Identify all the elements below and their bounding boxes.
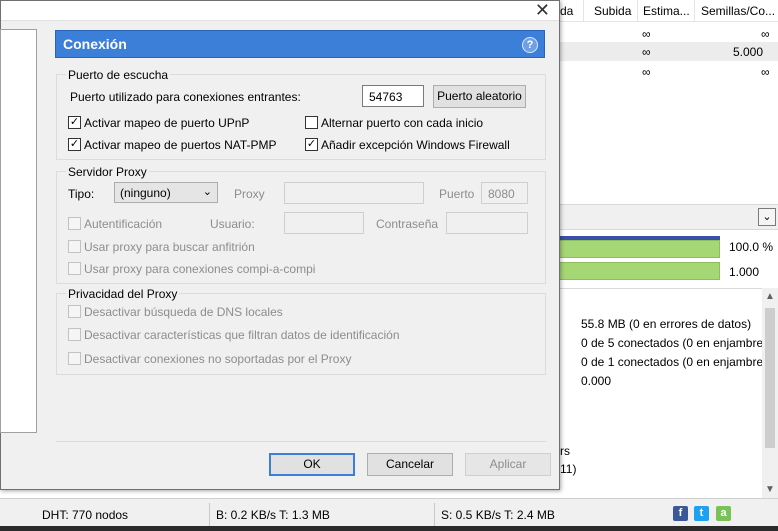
user-label: Usuario:	[210, 217, 255, 231]
incoming-port-label: Puerto utilizado para conexiones entrant…	[70, 90, 301, 104]
category-title: Conexión	[63, 36, 127, 52]
column-header-downloaded[interactable]: da	[560, 4, 573, 18]
column-separator	[694, 0, 695, 22]
details-scrollbar[interactable]: ▲ ▼	[762, 288, 778, 498]
scroll-down-icon[interactable]: ▼	[765, 484, 775, 495]
chevron-down-icon: ⌄	[202, 186, 212, 198]
natpmp-checkbox[interactable]: ✓	[68, 138, 81, 151]
preferences-category-tree[interactable]	[0, 29, 37, 433]
alternate-port-label[interactable]: Alternar puerto con cada inicio	[321, 116, 483, 130]
upnp-label[interactable]: Activar mapeo de puerto UPnP	[84, 116, 249, 130]
proxy-type-select[interactable]: (ninguno) ⌄	[114, 182, 218, 203]
eta-cell: ∞	[642, 45, 651, 59]
proxy-hostname-label[interactable]: Usar proxy para buscar anfitrión	[84, 240, 255, 254]
user-input[interactable]	[284, 212, 364, 234]
disable-features-checkbox[interactable]	[68, 328, 81, 341]
proxy-p2p-checkbox[interactable]	[68, 262, 81, 275]
firewall-label[interactable]: Añadir excepción Windows Firewall	[321, 138, 510, 152]
proxy-host-input[interactable]	[284, 182, 424, 204]
column-header-eta[interactable]: Estima...	[643, 4, 690, 18]
dialog-divider	[56, 441, 546, 442]
scrollbar-thumb[interactable]	[765, 308, 775, 448]
collapse-panel-button[interactable]: ⌄	[758, 208, 776, 226]
downloaded-percent: 100.0 %	[729, 240, 774, 254]
proxy-privacy-group-title: Privacidad del Proxy	[66, 287, 180, 301]
alternate-port-checkbox[interactable]	[305, 116, 318, 129]
apply-button[interactable]: Aplicar	[465, 453, 551, 476]
proxy-hostname-checkbox[interactable]	[68, 240, 81, 253]
seeds-cell: 5.000	[733, 45, 764, 59]
upload-status[interactable]: S: 0.5 KB/s T: 2.4 MB	[441, 508, 555, 522]
disable-unsupported-label[interactable]: Desactivar conexiones no soportadas por …	[84, 352, 351, 366]
proxy-port-label: Puerto	[439, 187, 475, 201]
twitter-icon[interactable]: t	[694, 506, 709, 521]
general-info-panel: 55.8 MB (0 en errores de datos) 0 de 5 c…	[558, 288, 767, 498]
column-header-upload[interactable]: Subida	[594, 4, 631, 18]
android-icon[interactable]: a	[716, 506, 731, 521]
category-header: Conexión ?	[55, 30, 545, 58]
eta-cell: ∞	[642, 65, 651, 79]
column-separator	[637, 0, 638, 22]
details-panel-toolbar: ⌄	[558, 204, 778, 230]
proxy-port-input[interactable]: 8080	[481, 182, 528, 204]
seeds-cell: ∞	[761, 27, 770, 41]
auth-label[interactable]: Autentificación	[84, 217, 162, 231]
info-line: 0 de 1 conectados (0 en enjambre)	[581, 355, 768, 369]
downloaded-progress-bar	[558, 240, 720, 258]
availability-progress-bar	[558, 262, 720, 280]
info-line-partial: rs	[560, 444, 570, 458]
eta-cell: ∞	[642, 27, 651, 41]
upnp-checkbox[interactable]: ✓	[68, 116, 81, 129]
taskbar-edge	[0, 526, 778, 531]
listen-port-group-title: Puerto de escucha	[66, 68, 171, 82]
proxy-p2p-label[interactable]: Usar proxy para conexiones compi-a-compi	[84, 262, 315, 276]
proxy-type-label: Tipo:	[68, 187, 95, 201]
firewall-checkbox[interactable]: ✓	[305, 138, 318, 151]
ok-button[interactable]: OK	[269, 453, 355, 476]
disable-unsupported-checkbox[interactable]	[68, 352, 81, 365]
disable-dns-label[interactable]: Desactivar búsqueda de DNS locales	[84, 305, 283, 319]
proxy-host-label: Proxy	[234, 187, 265, 201]
column-separator	[583, 0, 584, 22]
column-header-seeds[interactable]: Semillas/Co...	[701, 4, 775, 18]
facebook-icon[interactable]: f	[673, 506, 688, 521]
password-input[interactable]	[446, 212, 528, 234]
disable-dns-checkbox[interactable]	[68, 305, 81, 318]
download-status[interactable]: B: 0.2 KB/s T: 1.3 MB	[216, 508, 330, 522]
availability-value: 1.000	[729, 265, 760, 279]
incoming-port-input[interactable]: 54763	[362, 85, 424, 107]
preferences-dialog: ✕ Conexión ? Puerto de escucha Puerto ut…	[0, 0, 560, 490]
cancel-button[interactable]: Cancelar	[367, 453, 453, 476]
info-line: 0.000	[581, 374, 612, 388]
status-separator	[209, 503, 210, 527]
close-icon[interactable]: ✕	[535, 0, 550, 20]
proxy-type-value: (ninguno)	[120, 186, 171, 200]
random-port-button[interactable]: Puerto aleatorio	[433, 85, 526, 108]
seeds-cell: ∞	[761, 65, 770, 79]
dialog-title-bar: ✕	[1, 0, 559, 21]
natpmp-label[interactable]: Activar mapeo de puertos NAT-PMP	[84, 138, 277, 152]
info-line: 55.8 MB (0 en errores de datos)	[581, 317, 752, 331]
status-separator	[434, 503, 435, 527]
info-line-partial: 11)	[560, 462, 577, 476]
info-line: 0 de 5 conectados (0 en enjambre)	[581, 336, 768, 350]
proxy-server-group-title: Servidor Proxy	[66, 165, 149, 179]
dht-status: DHT: 770 nodos	[42, 508, 129, 522]
scroll-up-icon[interactable]: ▲	[765, 291, 775, 302]
disable-features-label[interactable]: Desactivar características que filtran d…	[84, 328, 400, 342]
auth-checkbox[interactable]	[68, 217, 81, 230]
help-icon[interactable]: ?	[522, 37, 538, 53]
password-label: Contraseña	[376, 217, 439, 231]
